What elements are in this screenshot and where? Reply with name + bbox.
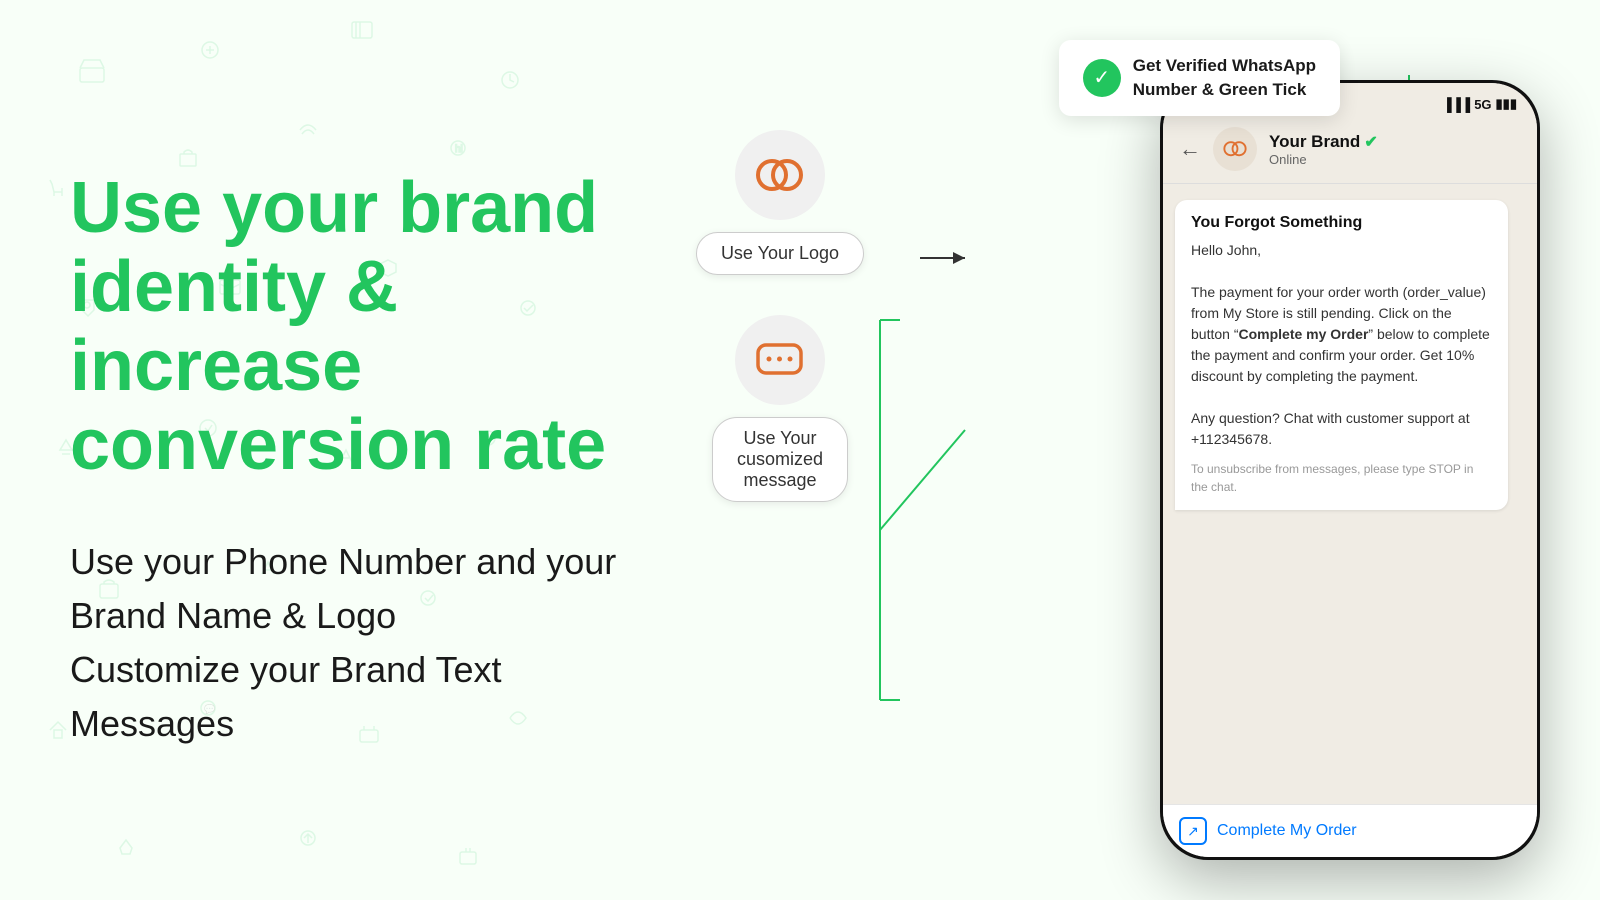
status-icons: ▐▐▐ 5G ▮▮▮ (1443, 96, 1517, 112)
verified-badge-icon: ✔ (1364, 132, 1377, 152)
logo-icon (752, 148, 807, 203)
logo-icon-circle (735, 130, 825, 220)
phone-container: 21:46 ▐▐▐ 5G ▮▮▮ ← (1160, 80, 1540, 860)
verified-tooltip: ✓ Get Verified WhatsApp Number & Green T… (1059, 40, 1340, 116)
battery-icon: ▮▮▮ (1496, 96, 1517, 112)
contact-status: Online (1269, 152, 1521, 167)
left-section: Use your brand identity & increase conve… (0, 0, 680, 900)
logo-feature-label: Use Your Logo (696, 232, 864, 275)
right-section: ✓ Get Verified WhatsApp Number & Green T… (880, 0, 1600, 900)
message-icon-circle (735, 315, 825, 405)
contact-info: Your Brand ✔ Online (1269, 132, 1521, 167)
message-bubble: You Forgot Something Hello John, The pay… (1175, 200, 1508, 510)
cta-button[interactable]: Complete My Order (1217, 822, 1357, 840)
message-icon (752, 333, 807, 388)
subtext-line2: Brand Name & Logo (70, 595, 396, 636)
phone-screen: 21:46 ▐▐▐ 5G ▮▮▮ ← (1163, 83, 1537, 857)
network-type: 5G (1474, 97, 1491, 112)
logo-feature: Use Your Logo (696, 130, 864, 275)
cta-link-icon: ↗ (1179, 817, 1207, 845)
message-body: Hello John, The payment for your order w… (1191, 240, 1492, 496)
cta-area[interactable]: ↗ Complete My Order (1163, 804, 1537, 857)
headline: Use your brand identity & increase conve… (70, 169, 620, 486)
message-feature: Use Your cusomized message (712, 315, 848, 502)
middle-section: Use Your Logo Use Your cusomized message (640, 130, 920, 502)
unsubscribe-text: To unsubscribe from messages, please typ… (1191, 460, 1492, 496)
contact-avatar (1213, 127, 1257, 171)
signal-bars: ▐▐▐ (1443, 97, 1471, 112)
whatsapp-header: ← Your Brand ✔ Online (1163, 119, 1537, 184)
verified-text: Get Verified WhatsApp Number & Green Tic… (1133, 54, 1316, 102)
subtext: Use your Phone Number and your Brand Nam… (70, 535, 620, 751)
avatar-logo-icon (1220, 134, 1250, 164)
verified-check-icon: ✓ (1083, 59, 1121, 97)
back-arrow-icon[interactable]: ← (1179, 136, 1201, 162)
message-feature-label: Use Your cusomized message (712, 417, 848, 502)
message-title: You Forgot Something (1191, 214, 1492, 232)
contact-name: Your Brand ✔ (1269, 132, 1521, 152)
chat-area: You Forgot Something Hello John, The pay… (1163, 184, 1537, 804)
subtext-line3: Customize your Brand Text Messages (70, 649, 502, 744)
subtext-line1: Use your Phone Number and your (70, 541, 616, 582)
phone-frame: 21:46 ▐▐▐ 5G ▮▮▮ ← (1160, 80, 1540, 860)
